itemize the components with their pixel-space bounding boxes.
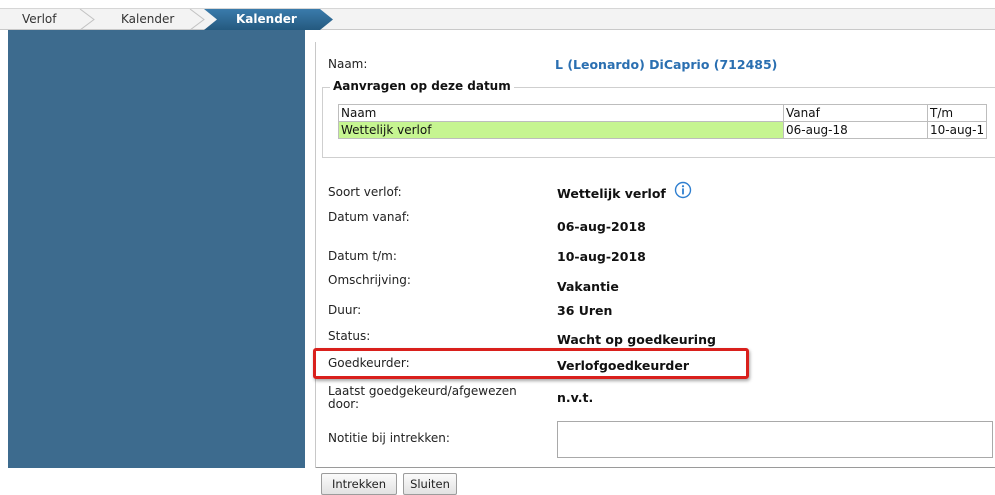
datum-vanaf-value: 06-aug-2018 [557,219,646,234]
page: Verlof Kalender Kalender Naam: L (Leonar… [0,0,995,495]
notitie-label: Notitie bij intrekken: [328,431,450,445]
breadcrumb-item-kalender-active[interactable]: Kalender [236,12,297,26]
footer-divider [316,467,995,468]
chevron-separator-icon [79,9,95,30]
datum-tm-value: 10-aug-2018 [557,249,646,264]
table-row[interactable]: Wettelijk verlof 06-aug-18 10-aug-1 [338,121,988,139]
table-header-row: Naam Vanaf T/m [338,104,988,122]
naam-label: Naam: [328,57,368,71]
column-header-tm[interactable]: T/m [926,104,988,122]
sidebar-panel [8,30,305,468]
duur-label: Duur: [328,303,362,317]
table-cell-tm[interactable]: 10-aug-1 [926,121,988,139]
naam-value: L (Leonardo) DiCaprio (712485) [555,57,778,72]
datum-vanaf-label: Datum vanaf: [328,210,410,224]
chevron-separator-icon [189,9,205,30]
datum-tm-label: Datum t/m: [328,249,397,263]
table-cell-vanaf[interactable]: 06-aug-18 [783,121,928,139]
omschrijving-value: Vakantie [557,279,619,294]
intrekken-button[interactable]: Intrekken [321,473,397,495]
status-value: Wacht op goedkeuring [557,332,716,347]
laatst-goedgekeurd-label: Laatst goedgekeurd/afgewezen door: [328,384,517,411]
column-header-naam[interactable]: Naam [338,104,784,122]
table-cell-naam[interactable]: Wettelijk verlof [338,121,784,139]
soort-verlof-value: Wettelijk verlof [557,186,666,201]
breadcrumb-item-kalender[interactable]: Kalender [121,12,174,26]
notitie-textarea[interactable] [557,421,993,458]
duur-value: 36 Uren [557,303,613,318]
column-header-vanaf[interactable]: Vanaf [783,104,928,122]
soort-verlof-label: Soort verlof: [328,185,402,199]
status-label: Status: [328,329,371,343]
aanvragen-legend: Aanvragen op deze datum [330,79,514,93]
sluiten-button[interactable]: Sluiten [403,473,457,495]
breadcrumb: Verlof Kalender Kalender [0,8,995,30]
content-divider [315,42,316,468]
omschrijving-label: Omschrijving: [328,273,411,287]
info-icon[interactable] [674,181,692,199]
laatst-goedgekeurd-value: n.v.t. [557,390,594,405]
breadcrumb-item-verlof[interactable]: Verlof [22,12,57,26]
aanvragen-table: Naam Vanaf T/m Wettelijk verlof 06-aug-1… [338,104,988,139]
highlight-box [313,348,749,379]
